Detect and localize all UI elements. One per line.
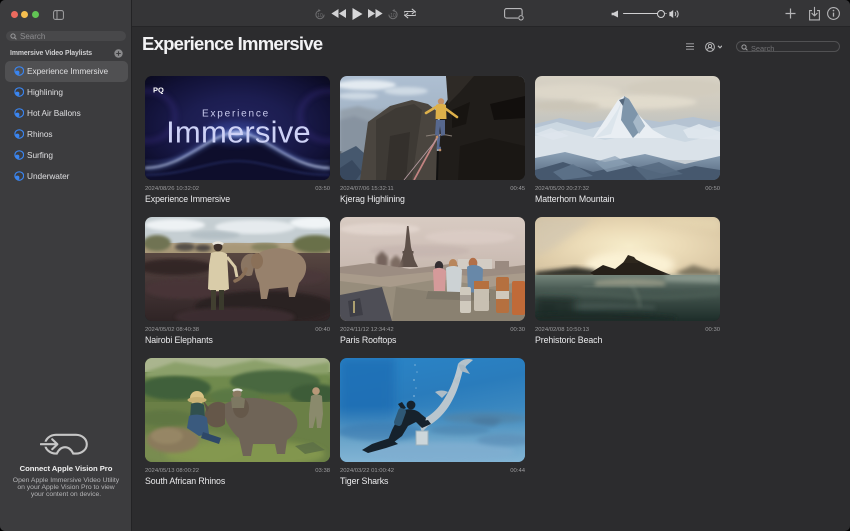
- svg-text:Immersive: Immersive: [166, 115, 311, 150]
- svg-text:PQ: PQ: [153, 86, 164, 95]
- svg-text:10: 10: [390, 13, 396, 19]
- svg-text:10: 10: [317, 13, 323, 19]
